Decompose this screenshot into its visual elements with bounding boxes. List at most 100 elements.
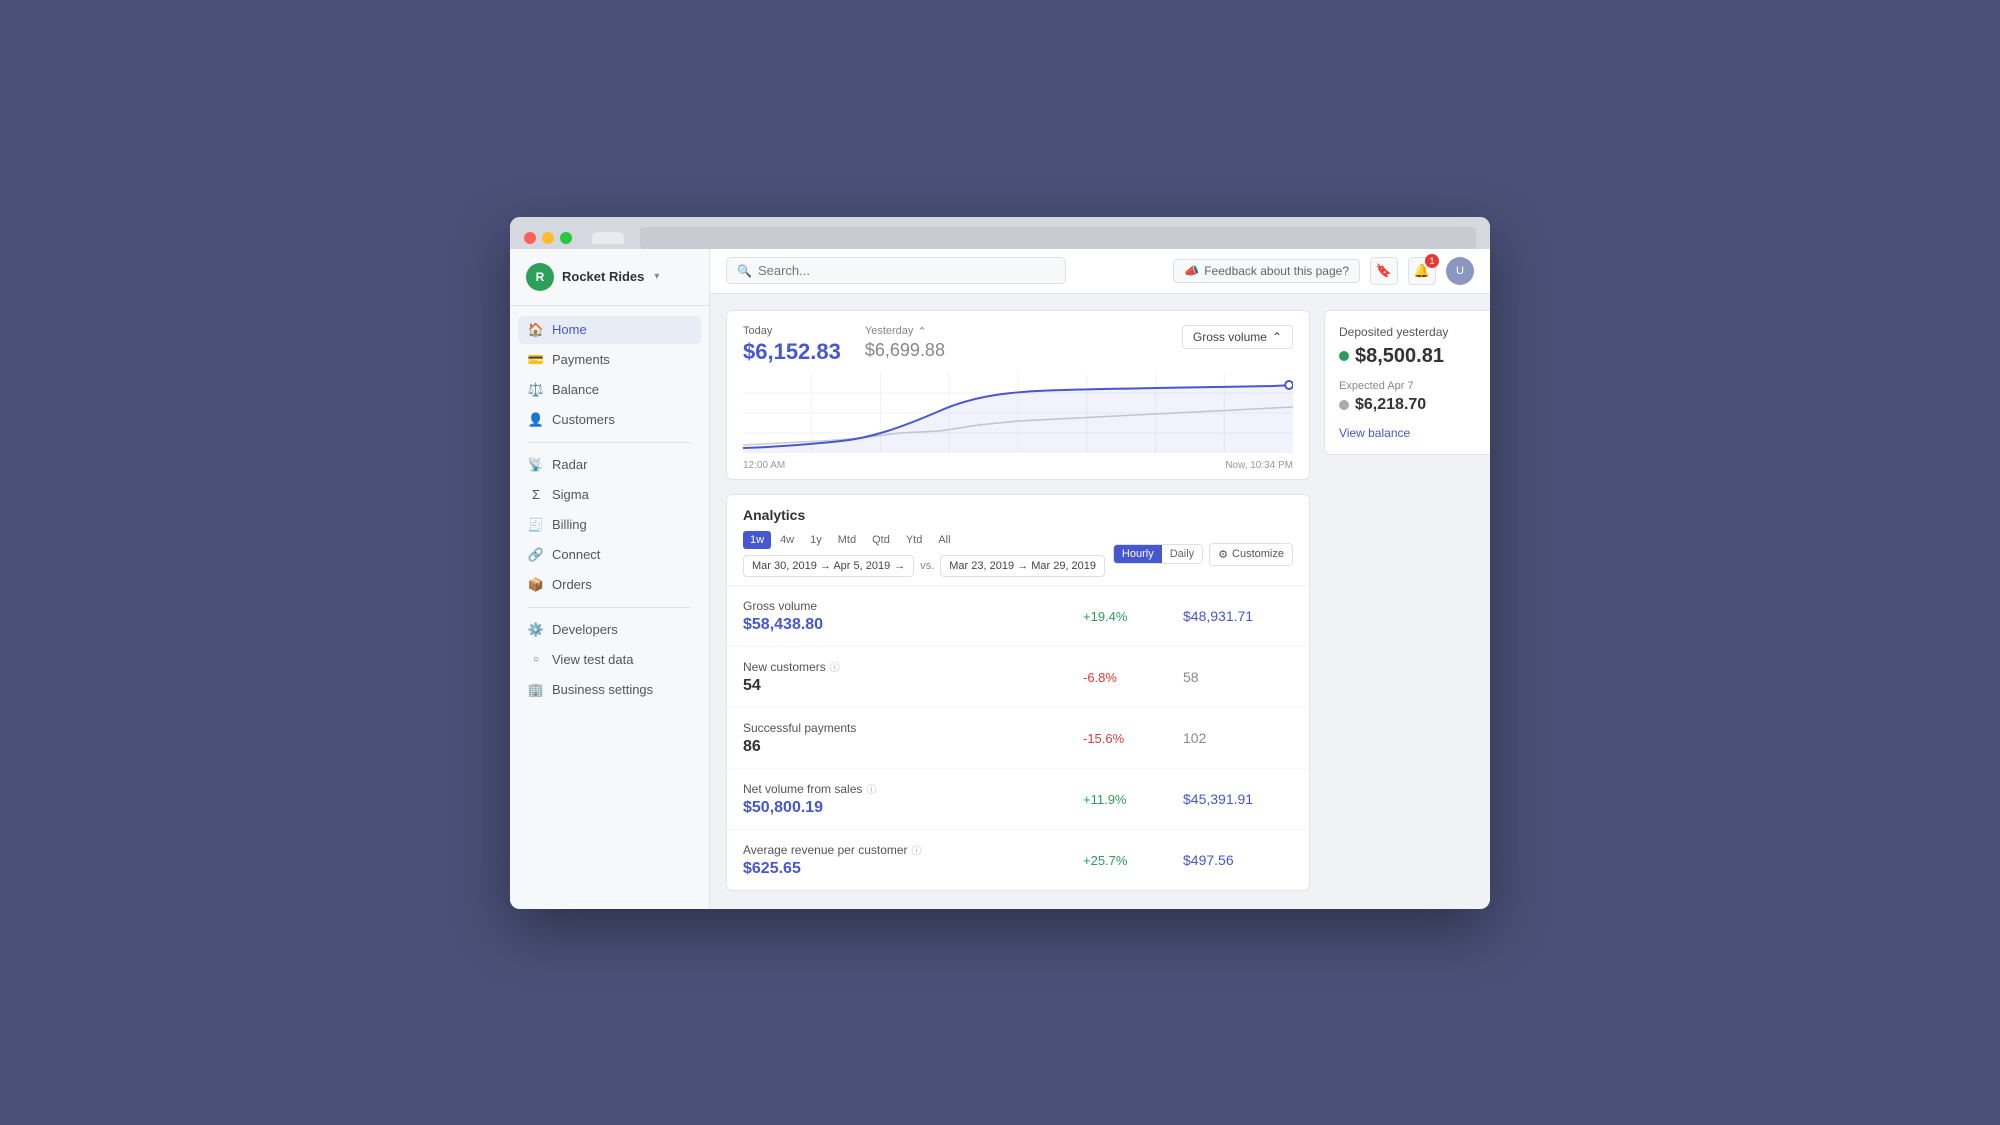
developers-icon: ⚙️	[528, 622, 544, 638]
today-metric: Today $6,152.83	[743, 325, 841, 365]
notifications-button[interactable]: 🔔 1	[1408, 257, 1436, 285]
time-filter-ytd[interactable]: Ytd	[899, 531, 930, 549]
time-filter-qtd[interactable]: Qtd	[865, 531, 897, 549]
sidebar-item-balance[interactable]: ⚖️ Balance	[518, 376, 701, 404]
main-chart	[743, 373, 1293, 453]
balance-icon: ⚖️	[528, 382, 544, 398]
sidebar-item-connect[interactable]: 🔗 Connect	[518, 541, 701, 569]
search-icon: 🔍	[737, 264, 752, 278]
hourly-button[interactable]: Hourly	[1114, 545, 1162, 563]
sidebar-item-billing[interactable]: 🧾 Billing	[518, 511, 701, 539]
row-value: $625.65	[743, 860, 1083, 878]
today-label: Today	[743, 325, 841, 337]
brand-icon: R	[526, 263, 554, 291]
url-bar[interactable]	[640, 227, 1476, 249]
controls-right: Hourly Daily ⚙ Customize	[1113, 543, 1293, 566]
sidebar-item-label: Balance	[552, 382, 599, 397]
close-button[interactable]	[524, 232, 536, 244]
time-filter-mtd[interactable]: Mtd	[831, 531, 863, 549]
feedback-button[interactable]: 📣 Feedback about this page?	[1173, 259, 1360, 283]
row-value: $50,800.19	[743, 799, 1083, 817]
bookmarks-button[interactable]: 🔖	[1370, 257, 1398, 285]
time-filter-all[interactable]: All	[931, 531, 957, 549]
app-container: R Rocket Rides ▾ 🏠 Home 💳 Payments ⚖️ Ba…	[510, 249, 1490, 909]
sidebar-item-payments[interactable]: 💳 Payments	[518, 346, 701, 374]
sidebar-item-sigma[interactable]: Σ Sigma	[518, 481, 701, 509]
view-balance-link[interactable]: View balance	[1339, 426, 1490, 440]
daily-button[interactable]: Daily	[1162, 545, 1202, 563]
business-settings-icon: 🏢	[528, 682, 544, 698]
date-range-prev[interactable]: Mar 23, 2019 → Mar 29, 2019	[940, 555, 1105, 577]
sidebar-item-developers[interactable]: ⚙️ Developers	[518, 616, 701, 644]
row-left-avg-revenue: Average revenue per customer ⓘ $625.65	[743, 842, 1083, 878]
chart-header: Today $6,152.83 Yesterday ⌃ $6,699.8	[743, 325, 1293, 366]
row-prev-value: 58	[1183, 669, 1293, 685]
time-filter-1y[interactable]: 1y	[803, 531, 829, 549]
payments-icon: 💳	[528, 352, 544, 368]
orders-icon: 📦	[528, 577, 544, 593]
row-label: Net volume from sales ⓘ	[743, 781, 1083, 796]
customize-button[interactable]: ⚙ Customize	[1209, 543, 1293, 566]
sidebar-item-label: Orders	[552, 577, 592, 592]
sidebar: R Rocket Rides ▾ 🏠 Home 💳 Payments ⚖️ Ba…	[510, 249, 710, 909]
analytics-row-gross-volume: Gross volume $58,438.80 +19.4% $48,931.7…	[727, 586, 1309, 647]
info-icon[interactable]: ⓘ	[912, 842, 922, 857]
sidebar-item-label: Radar	[552, 457, 587, 472]
row-change: -15.6%	[1083, 731, 1183, 746]
info-icon[interactable]: ⓘ	[866, 781, 876, 796]
chart-selector: Gross volume ⌃	[1182, 325, 1293, 349]
sidebar-item-label: Billing	[552, 517, 587, 532]
row-value: $58,438.80	[743, 616, 1083, 634]
sidebar-item-orders[interactable]: 📦 Orders	[518, 571, 701, 599]
browser-chrome	[510, 217, 1490, 249]
sidebar-item-label: Customers	[552, 412, 615, 427]
minimize-button[interactable]	[542, 232, 554, 244]
traffic-lights	[524, 232, 572, 244]
analytics-header: Analytics 1w 4w 1y Mtd Qtd Yt	[727, 495, 1309, 586]
time-filters: 1w 4w 1y Mtd Qtd Ytd All	[743, 531, 958, 549]
sidebar-item-home[interactable]: 🏠 Home	[518, 316, 701, 344]
balance-card: Deposited yesterday $8,500.81 Expected A…	[1324, 310, 1490, 455]
time-filter-4w[interactable]: 4w	[773, 531, 801, 549]
chart-time-start: 12:00 AM	[743, 460, 785, 471]
info-icon[interactable]: ⓘ	[830, 659, 840, 674]
row-label: Average revenue per customer ⓘ	[743, 842, 1083, 857]
chart-time-labels: 12:00 AM Now, 10:34 PM	[743, 458, 1293, 479]
search-input[interactable]	[758, 263, 1055, 278]
date-range-current[interactable]: Mar 30, 2019 → Apr 5, 2019 →	[743, 555, 914, 577]
billing-icon: 🧾	[528, 517, 544, 533]
sidebar-item-label: Connect	[552, 547, 600, 562]
analytics-row-successful-payments: Successful payments 86 -15.6% 102	[727, 708, 1309, 769]
status-dot-gray	[1339, 400, 1349, 410]
radar-icon: 📡	[528, 457, 544, 473]
browser-tab[interactable]	[592, 232, 624, 244]
fullscreen-button[interactable]	[560, 232, 572, 244]
sidebar-item-label: Business settings	[552, 682, 653, 697]
bookmark-icon: 🔖	[1376, 263, 1392, 279]
connect-icon: 🔗	[528, 547, 544, 563]
row-change: +11.9%	[1083, 792, 1183, 807]
row-prev-value: 102	[1183, 730, 1293, 746]
sidebar-item-view-test-data[interactable]: ○ View test data	[518, 646, 701, 674]
row-prev-value: $497.56	[1183, 852, 1293, 868]
sidebar-item-radar[interactable]: 📡 Radar	[518, 451, 701, 479]
time-filter-1w[interactable]: 1w	[743, 531, 771, 549]
analytics-title: Analytics	[743, 507, 1293, 523]
chart-area: Today $6,152.83 Yesterday ⌃ $6,699.8	[727, 311, 1309, 480]
row-change: -6.8%	[1083, 670, 1183, 685]
sidebar-item-business-settings[interactable]: 🏢 Business settings	[518, 676, 701, 704]
left-column: Today $6,152.83 Yesterday ⌃ $6,699.8	[726, 310, 1310, 893]
chart-type-dropdown[interactable]: Gross volume ⌃	[1182, 325, 1293, 349]
sidebar-item-customers[interactable]: 👤 Customers	[518, 406, 701, 434]
vs-label: vs.	[920, 560, 934, 572]
brand-section[interactable]: R Rocket Rides ▾	[510, 263, 709, 306]
avatar[interactable]: U	[1446, 257, 1474, 285]
arrow-icon: →	[894, 560, 905, 572]
analytics-row-avg-revenue: Average revenue per customer ⓘ $625.65 +…	[727, 830, 1309, 890]
search-box[interactable]: 🔍	[726, 257, 1066, 284]
main-nav: 🏠 Home 💳 Payments ⚖️ Balance 👤 Customers	[510, 316, 709, 704]
content-wrapper: Today $6,152.83 Yesterday ⌃ $6,699.8	[710, 294, 1490, 909]
controls-left: 1w 4w 1y Mtd Qtd Ytd All	[743, 531, 1113, 577]
customers-icon: 👤	[528, 412, 544, 428]
row-value: 54	[743, 677, 1083, 695]
